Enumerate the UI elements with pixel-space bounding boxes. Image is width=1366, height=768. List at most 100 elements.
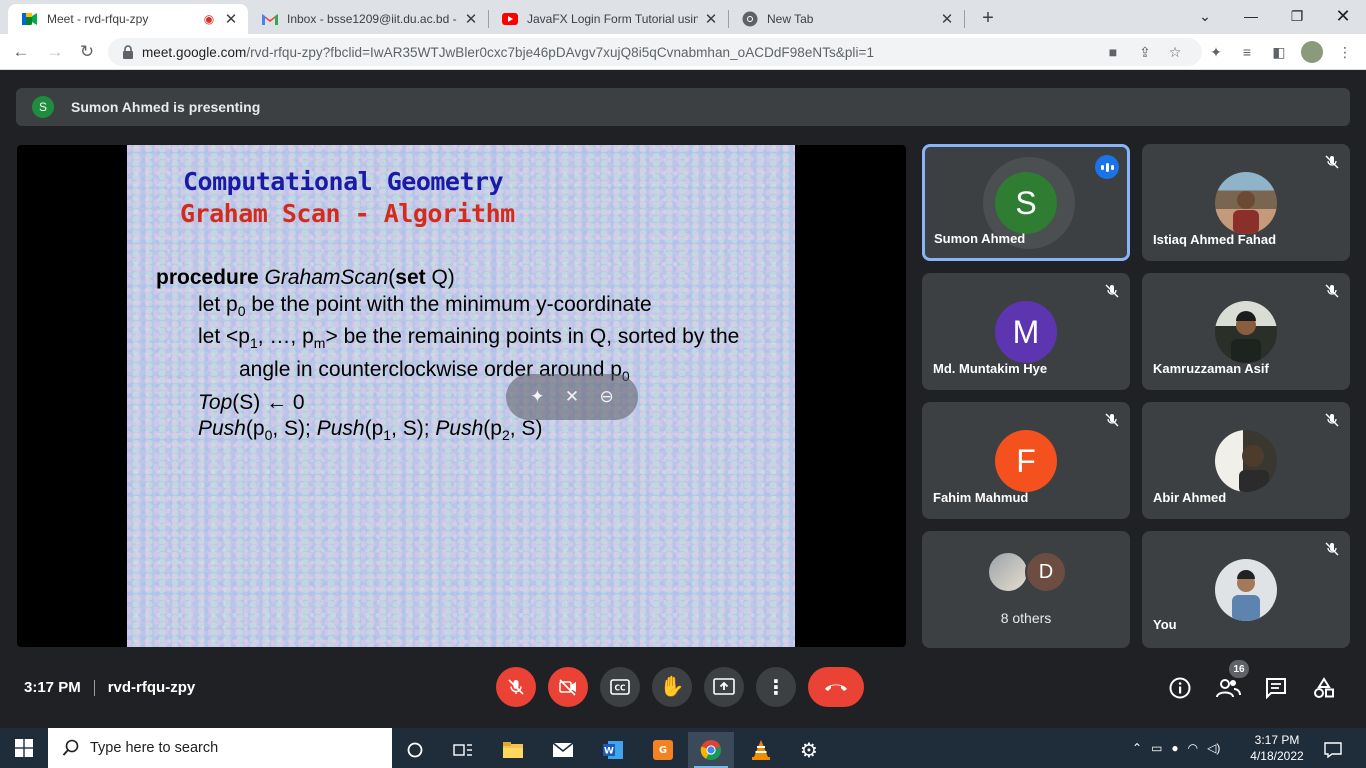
mic-off-icon (1324, 283, 1340, 299)
participant-name: Md. Muntakim Hye (933, 361, 1048, 376)
clock-time: 3:17 PM (1254, 733, 1300, 747)
battery-icon[interactable]: ▭ (1151, 741, 1162, 755)
camera-icon[interactable]: ■ (1104, 43, 1122, 61)
new-tab-button[interactable]: + (976, 6, 1000, 30)
volume-icon[interactable]: ◁) (1207, 741, 1220, 755)
cortana-icon[interactable] (392, 732, 438, 768)
restore-button[interactable]: ❐ (1274, 0, 1320, 32)
text: let <p (198, 325, 250, 349)
forward-button[interactable]: → (42, 39, 68, 65)
captions-button[interactable]: CC (600, 667, 640, 707)
participant-tile[interactable]: M Md. Muntakim Hye (922, 273, 1130, 390)
meeting-info-button[interactable] (1167, 675, 1193, 701)
media-control-icon[interactable]: ≡ (1238, 43, 1256, 61)
tile-overlay-controls: ✦ ✕ ⊖ (506, 374, 638, 420)
mic-toggle-button[interactable] (496, 667, 536, 707)
url-host: meet.google.com (142, 44, 247, 60)
tab-youtube[interactable]: JavaFX Login Form Tutorial using ✕ (488, 4, 728, 34)
text: , S); (272, 417, 317, 441)
participant-tile-self[interactable]: You (1142, 531, 1350, 648)
text: let p (198, 292, 238, 316)
share-icon[interactable]: ⇪ (1136, 43, 1154, 61)
people-icon (1216, 679, 1241, 698)
system-tray: ⌃ ▭ ● ◠ ◁) (1132, 728, 1220, 768)
tab-search-icon[interactable]: ⌄ (1182, 0, 1228, 32)
meet-controls-bar: 3:17 PM rvd-rfqu-zpy CC ✋ ⋮ 16 (0, 647, 1366, 728)
start-button[interactable] (0, 728, 48, 768)
microphone-icon[interactable]: ● (1171, 741, 1178, 755)
pdf-reader-icon[interactable]: G (640, 732, 686, 768)
chevron-up-icon[interactable]: ⌃ (1132, 741, 1142, 755)
slide-line: procedure GrahamScan(set Q) (156, 265, 739, 292)
mail-icon[interactable] (540, 732, 586, 768)
extensions-icon[interactable]: ✦ (1207, 43, 1225, 61)
tab-meet[interactable]: Meet - rvd-rfqu-zpy ◉ ✕ (8, 4, 248, 34)
chrome-taskbar-icon[interactable] (688, 732, 734, 768)
tab-new-tab[interactable]: New Tab ✕ (728, 4, 964, 34)
leave-call-button[interactable] (808, 667, 864, 707)
word-icon[interactable]: W (590, 732, 636, 768)
meeting-details: 3:17 PM rvd-rfqu-zpy (24, 679, 195, 696)
close-icon[interactable]: ✕ (462, 10, 480, 28)
vlc-icon[interactable] (738, 732, 784, 768)
participant-tile[interactable]: Abir Ahmed (1142, 402, 1350, 519)
reload-button[interactable]: ↻ (74, 39, 100, 65)
close-window-button[interactable]: ✕ (1320, 0, 1366, 32)
settings-gear-icon[interactable]: ⚙ (786, 732, 832, 768)
gmail-icon (262, 11, 278, 27)
remove-icon[interactable]: ⊖ (600, 387, 614, 407)
people-count-badge: 16 (1229, 660, 1249, 678)
menu-dots-icon[interactable]: ⋮ (1336, 43, 1354, 61)
text: (p (364, 417, 384, 441)
camera-toggle-button[interactable] (548, 667, 588, 707)
mic-off-icon (1104, 283, 1120, 299)
tab-gmail[interactable]: Inbox - bsse1209@iit.du.ac.bd - I ✕ (248, 4, 488, 34)
participant-photo (1215, 301, 1277, 363)
pin-icon[interactable]: ✦ (530, 387, 544, 407)
presentation-stage[interactable]: Computational Geometry Graham Scan - Alg… (17, 145, 906, 647)
file-explorer-icon[interactable] (490, 732, 536, 768)
speaking-indicator-icon (1095, 155, 1119, 179)
subscript: m (313, 335, 326, 352)
more-options-button[interactable]: ⋮ (756, 667, 796, 707)
participant-tile[interactable]: Kamruzzaman Asif (1142, 273, 1350, 390)
participant-name: Kamruzzaman Asif (1153, 361, 1269, 376)
participant-tile[interactable]: F Fahim Mahmud (922, 402, 1130, 519)
participant-name: Fahim Mahmud (933, 490, 1029, 505)
wifi-icon[interactable]: ◠ (1188, 741, 1198, 755)
back-button[interactable]: ← (8, 39, 34, 65)
taskbar-clock[interactable]: 3:17 PM 4/18/2022 (1248, 732, 1306, 764)
recording-icon: ◉ (203, 12, 215, 26)
present-now-button[interactable] (704, 667, 744, 707)
presenter-avatar: S (32, 96, 54, 118)
bookmark-star-icon[interactable]: ☆ (1166, 43, 1184, 61)
avatar: S (995, 172, 1057, 234)
close-icon[interactable]: ✕ (222, 10, 240, 28)
profile-avatar[interactable] (1301, 41, 1323, 63)
activities-button[interactable] (1311, 675, 1337, 701)
search-icon (62, 739, 79, 756)
address-bar[interactable]: meet.google.com/rvd-rfqu-zpy?fbclid=IwAR… (108, 38, 1202, 66)
chat-button[interactable] (1263, 675, 1289, 701)
slide-line: let p0 be the point with the minimum y-c… (156, 292, 739, 325)
minimize-button[interactable]: — (1228, 0, 1274, 32)
close-icon[interactable]: ✕ (938, 10, 956, 28)
tab-divider (964, 10, 965, 28)
taskbar-search[interactable]: Type here to search (48, 728, 392, 768)
notification-icon[interactable] (1316, 732, 1350, 768)
close-icon[interactable]: ✕ (702, 10, 720, 28)
participant-name: Istiaq Ahmed Fahad (1153, 232, 1277, 247)
participant-tile[interactable]: S Sumon Ahmed (922, 144, 1130, 261)
text: Push (316, 417, 365, 441)
mic-off-icon (508, 679, 524, 695)
raise-hand-button[interactable]: ✋ (652, 667, 692, 707)
people-button[interactable] (1215, 675, 1241, 701)
hand-icon: ✋ (659, 676, 685, 698)
side-panel-icon[interactable]: ◧ (1270, 43, 1288, 61)
svg-text:CC: CC (614, 684, 626, 693)
task-view-icon[interactable] (440, 732, 486, 768)
meeting-time: 3:17 PM (24, 679, 81, 696)
mute-tile-icon[interactable]: ✕ (565, 387, 579, 407)
participant-tile[interactable]: Istiaq Ahmed Fahad (1142, 144, 1350, 261)
participant-tile-others[interactable]: D 8 others (922, 531, 1130, 648)
